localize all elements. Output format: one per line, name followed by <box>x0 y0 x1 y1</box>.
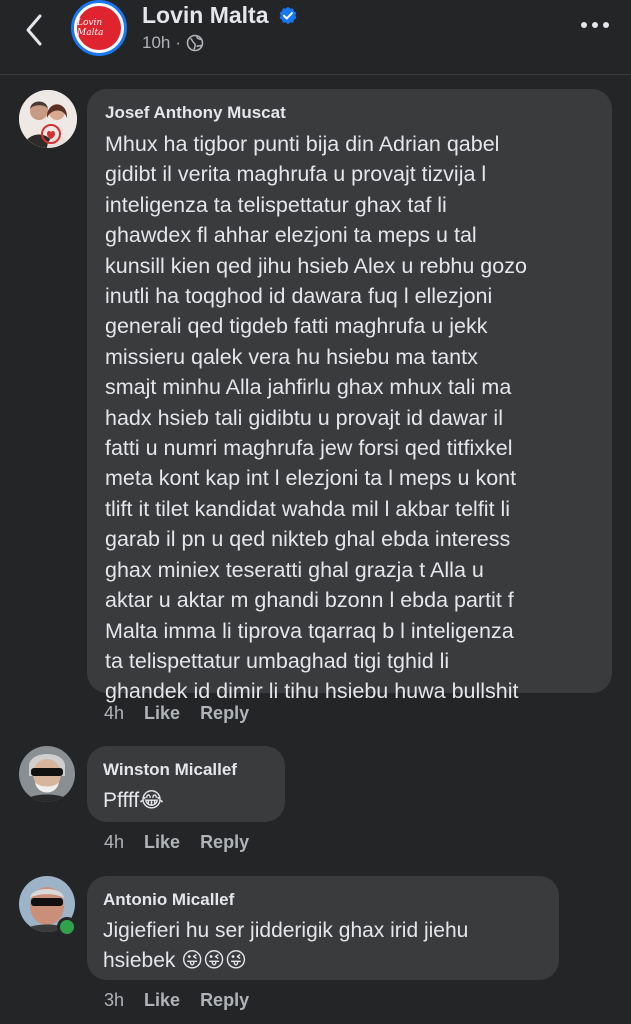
more-options-icon[interactable] <box>580 18 610 32</box>
verified-badge-icon <box>279 6 297 25</box>
page-avatar[interactable]: Lovin Malta <box>71 0 127 56</box>
comment-text: Pffff😂 <box>103 789 164 812</box>
comment-time[interactable]: 4h <box>104 703 124 724</box>
post-meta: 10h · <box>142 33 204 53</box>
page-name[interactable]: Lovin Malta <box>142 2 269 29</box>
comment-bubble: Antonio Micallef Jigiefieri hu ser jidde… <box>87 876 559 980</box>
globe-icon <box>186 34 204 52</box>
commenter-avatar[interactable] <box>19 90 77 148</box>
comment-text: Jigiefieri hu ser jidderigik ghax irid j… <box>103 919 469 973</box>
comment-author[interactable]: Josef Anthony Muscat <box>105 103 594 123</box>
lovin-malta-logo: Lovin Malta <box>77 6 121 50</box>
comment-time[interactable]: 4h <box>104 832 124 853</box>
like-button[interactable]: Like <box>144 832 180 853</box>
comment-author[interactable]: Antonio Micallef <box>103 890 543 910</box>
back-chevron-icon[interactable] <box>18 12 54 48</box>
meta-separator: · <box>175 33 182 52</box>
like-button[interactable]: Like <box>144 990 180 1011</box>
comment-actions: 4h Like Reply <box>104 703 249 724</box>
comment-text: Mhux ha tigbor punti bija din Adrian qab… <box>105 132 527 704</box>
like-button[interactable]: Like <box>144 703 180 724</box>
comment-bubble: Winston Micallef Pffff😂 <box>87 746 285 822</box>
comment-bubble: Josef Anthony Muscat Mhux ha tigbor punt… <box>87 89 612 703</box>
profile-photo-icon <box>19 90 77 148</box>
comment-time[interactable]: 3h <box>104 990 124 1011</box>
reply-button[interactable]: Reply <box>200 990 249 1011</box>
reply-button[interactable]: Reply <box>200 832 249 853</box>
reply-button[interactable]: Reply <box>200 703 249 724</box>
comment-author[interactable]: Winston Micallef <box>103 760 269 780</box>
comment-actions: 4h Like Reply <box>104 832 249 853</box>
online-status-indicator <box>57 917 77 937</box>
commenter-avatar[interactable] <box>19 746 75 802</box>
post-time[interactable]: 10h <box>142 33 170 53</box>
profile-photo-icon <box>19 746 75 802</box>
comment-actions: 3h Like Reply <box>104 990 249 1011</box>
post-header: Lovin Malta Lovin Malta 10h · <box>0 0 631 75</box>
